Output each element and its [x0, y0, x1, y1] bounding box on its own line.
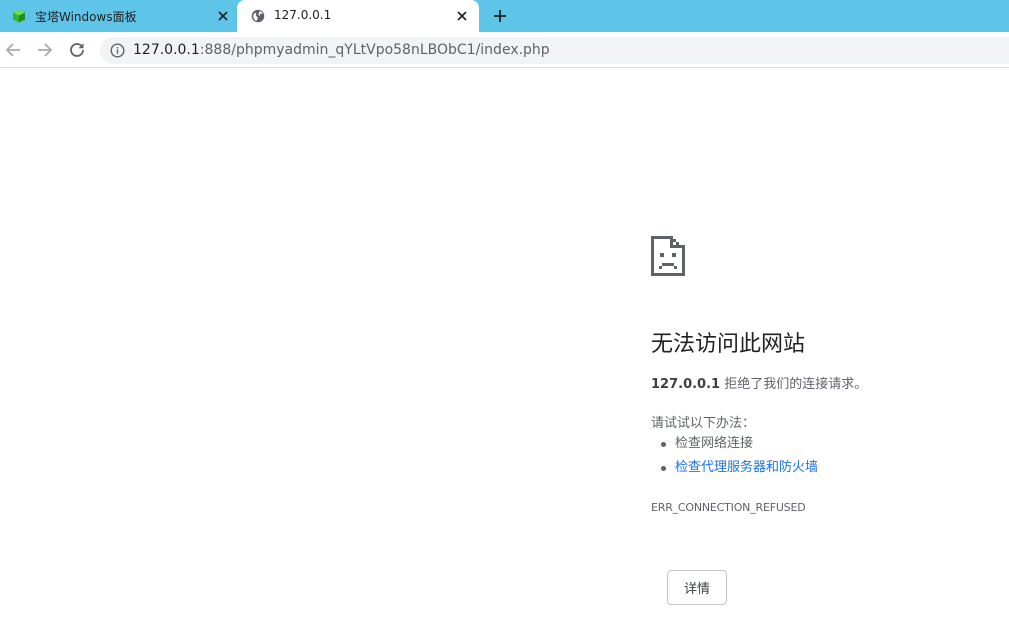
new-tab-button[interactable]: [490, 6, 510, 26]
url-path: :888/phpmyadmin_qYLtVpo58nLBObC1/index.p…: [199, 42, 550, 58]
tab-bt-panel[interactable]: 宝塔Windows面板: [0, 0, 237, 32]
details-button[interactable]: 详情: [667, 570, 727, 605]
error-heading: 无法访问此网站: [651, 332, 806, 357]
arrow-right-icon: [38, 43, 53, 57]
reload-icon: [70, 43, 84, 57]
tab-title: 宝塔Windows面板: [35, 10, 137, 24]
url-host: 127.0.0.1: [133, 42, 200, 58]
tab-strip: 宝塔Windows面板 127.0.0.1: [0, 0, 1009, 32]
plus-icon: [494, 10, 506, 22]
globe-icon: [251, 9, 265, 23]
suggestion-check-proxy-link[interactable]: 检查代理服务器和防火墙: [660, 459, 818, 483]
suggestions-title: 请试试以下办法：: [651, 416, 756, 431]
info-icon[interactable]: [110, 43, 125, 58]
bt-panel-cube-icon: [13, 9, 25, 23]
close-icon[interactable]: [215, 8, 231, 24]
tab-localhost[interactable]: 127.0.0.1: [237, 0, 479, 32]
sad-page-icon: [651, 236, 685, 276]
forward-button[interactable]: [35, 40, 55, 60]
suggestions-list: 检查网络连接 检查代理服务器和防火墙: [660, 435, 818, 483]
suggestion-check-network: 检查网络连接: [660, 435, 818, 459]
tab-title: 127.0.0.1: [274, 8, 332, 22]
address-bar[interactable]: 127.0.0.1:888/phpmyadmin_qYLtVpo58nLBObC…: [100, 37, 1009, 64]
back-button[interactable]: [3, 40, 23, 60]
url-text[interactable]: 127.0.0.1:888/phpmyadmin_qYLtVpo58nLBObC…: [133, 42, 550, 58]
error-message: 拒绝了我们的连接请求。: [720, 377, 868, 392]
arrow-left-icon: [5, 43, 20, 57]
toolbar: 127.0.0.1:888/phpmyadmin_qYLtVpo58nLBObC…: [0, 32, 1009, 68]
reload-button[interactable]: [67, 40, 87, 60]
error-code: ERR_CONNECTION_REFUSED: [651, 501, 806, 514]
error-host: 127.0.0.1: [651, 377, 721, 392]
error-description: 127.0.0.1 拒绝了我们的连接请求。: [651, 373, 867, 392]
close-icon[interactable]: [454, 8, 470, 24]
